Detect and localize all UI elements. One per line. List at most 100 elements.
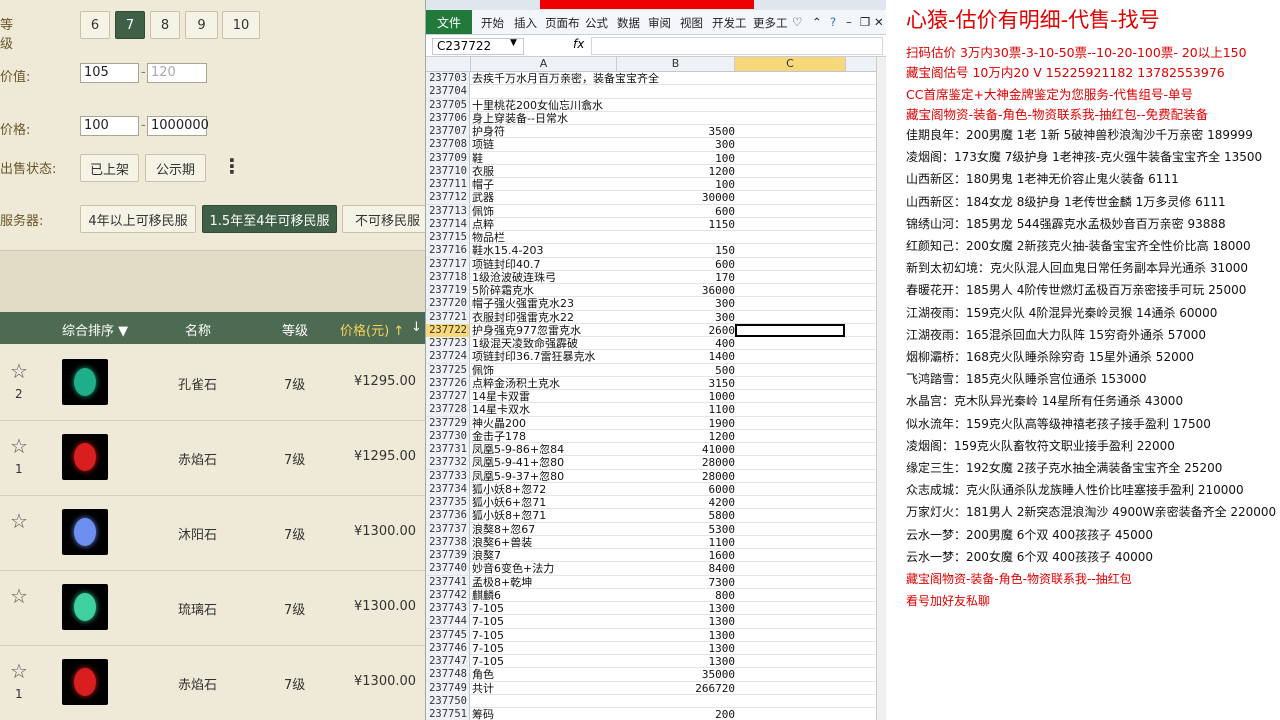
row-number[interactable]: 237739 <box>426 549 470 562</box>
cell-b[interactable]: 28000 <box>617 456 735 469</box>
row-number[interactable]: 237727 <box>426 390 470 403</box>
cell-b[interactable]: 100 <box>617 178 735 191</box>
table-row[interactable]: ☆ 琉璃石 7级 ¥1300.00 <box>0 570 425 646</box>
row-number[interactable]: 237729 <box>426 416 470 430</box>
price-max-input[interactable]: 1000000 <box>147 116 209 136</box>
sheet-row[interactable]: 237716 鞋水15.4-203 150 <box>426 244 876 258</box>
cell-b[interactable]: 1300 <box>617 655 736 668</box>
cell-a[interactable]: 护身符 <box>472 125 617 138</box>
column-c-header[interactable]: C <box>735 57 846 71</box>
gem-icon[interactable] <box>62 509 108 555</box>
cell-b[interactable]: 300 <box>617 311 735 324</box>
row-number[interactable]: 237709 <box>426 151 470 165</box>
row-number[interactable]: 237746 <box>426 641 470 655</box>
row-number[interactable]: 237736 <box>426 509 470 523</box>
heart-icon[interactable]: ♡ <box>792 15 802 29</box>
sheet-row[interactable]: 237703 去疾千万水月百万亲密，装备宝宝齐全 <box>426 72 876 86</box>
server-option-4yr[interactable]: 4年以上可移民服 <box>80 205 196 233</box>
sheet-row[interactable]: 237720 帽子强火强雷克水23 300 <box>426 297 876 311</box>
cell-a[interactable]: 7-105 <box>472 629 617 642</box>
fx-icon[interactable]: fx <box>573 37 584 51</box>
tab-view[interactable]: 视图 <box>680 15 703 31</box>
row-number[interactable]: 237724 <box>426 350 470 364</box>
help-icon[interactable]: ? <box>830 15 836 29</box>
gem-icon[interactable] <box>62 359 108 405</box>
row-number[interactable]: 237750 <box>426 694 470 708</box>
sheet-row[interactable]: 237719 5阶碎霜克水 36000 <box>426 284 876 298</box>
row-number[interactable]: 237718 <box>426 270 470 284</box>
row-number[interactable]: 237745 <box>426 628 470 642</box>
cell-a[interactable]: 浪獒8+忽67 <box>472 523 617 536</box>
gem-icon[interactable] <box>62 584 108 630</box>
price-min-input[interactable]: 100 <box>80 116 139 136</box>
row-number[interactable]: 237704 <box>426 85 470 99</box>
sheet-row[interactable]: 237721 衣服封印强雷克水22 300 <box>426 310 876 324</box>
sheet-row[interactable]: 237732 凤凰5-9-41+忽80 28000 <box>426 456 876 470</box>
value-max-input[interactable]: 120 <box>147 63 207 83</box>
cell-a[interactable]: 金击子178 <box>472 430 617 443</box>
gem-icon[interactable] <box>62 659 108 705</box>
cell-b[interactable]: 6000 <box>617 483 736 496</box>
row-number[interactable]: 237722 <box>426 323 470 337</box>
row-number[interactable]: 237711 <box>426 178 470 191</box>
cell-a[interactable]: 去疾千万水月百万亲密，装备宝宝齐全 <box>472 72 659 85</box>
cell-a[interactable]: 武器 <box>472 191 617 204</box>
sheet-row[interactable]: 237723 1级混天凌致命强霹破 400 <box>426 337 876 351</box>
tab-page-layout[interactable]: 页面布 <box>545 15 580 31</box>
cell-b[interactable]: 170 <box>617 271 735 284</box>
sheet-row[interactable]: 237707 护身符 3500 <box>426 125 876 139</box>
sheet-row[interactable]: 237718 1级沧波破连珠弓 170 <box>426 270 876 284</box>
sheet-row[interactable]: 237734 狐小妖8+忽72 6000 <box>426 482 876 496</box>
star-icon[interactable]: ☆ <box>10 659 28 683</box>
sheet-row[interactable]: 237704 <box>426 85 876 99</box>
row-number[interactable]: 237720 <box>426 297 470 311</box>
row-number[interactable]: 237716 <box>426 244 470 258</box>
sheet-row[interactable]: 237713 佩饰 600 <box>426 204 876 218</box>
cell-b[interactable]: 400 <box>617 337 735 350</box>
row-number[interactable]: 237705 <box>426 98 470 112</box>
level-option-7[interactable]: 7 <box>115 11 145 39</box>
cell-b[interactable]: 1300 <box>617 629 736 642</box>
sheet-row[interactable]: 237727 14星卡双雷 1000 <box>426 390 876 404</box>
cell-b[interactable]: 1000 <box>617 390 736 403</box>
cell-b[interactable]: 4200 <box>617 496 736 509</box>
cell-b[interactable]: 150 <box>617 244 735 257</box>
row-number[interactable]: 237738 <box>426 535 470 549</box>
sheet-row[interactable]: 237725 佩饰 500 <box>426 363 876 377</box>
cell-a[interactable]: 14星卡双水 <box>472 403 617 416</box>
row-number[interactable]: 237731 <box>426 443 470 456</box>
row-number[interactable]: 237744 <box>426 615 470 629</box>
cell-b[interactable]: 41000 <box>617 443 735 456</box>
cell-a[interactable]: 凤凰5-9-86+忽84 <box>472 443 617 456</box>
sheet-row[interactable]: 237728 14星卡双水 1100 <box>426 403 876 417</box>
corner-cell[interactable] <box>426 57 471 71</box>
level-option-6[interactable]: 6 <box>80 11 110 39</box>
gem-icon[interactable] <box>62 434 108 480</box>
cell-b[interactable]: 2600 <box>617 324 736 337</box>
cell-a[interactable]: 7-105 <box>472 655 617 668</box>
cell-a[interactable]: 帽子 <box>472 178 617 191</box>
table-row[interactable]: ☆ 1 赤焰石 7级 ¥1300.00 <box>0 645 425 720</box>
cell-a[interactable]: 凤凰5-9-37+忽80 <box>472 470 617 483</box>
row-number[interactable]: 237715 <box>426 231 470 244</box>
star-icon[interactable]: ☆ <box>10 359 28 383</box>
cell-a[interactable]: 妙音6变色+法力 <box>472 562 617 575</box>
sort-header[interactable]: 综合排序 ▼ <box>62 320 128 339</box>
row-number[interactable]: 237714 <box>426 217 470 231</box>
row-number[interactable]: 237725 <box>426 363 470 377</box>
row-number[interactable]: 237747 <box>426 655 470 668</box>
sort-down-icon[interactable]: ↓ <box>411 320 422 335</box>
cell-a[interactable]: 浪獒7 <box>472 549 617 562</box>
cell-a[interactable]: 衣服封印强雷克水22 <box>472 311 617 324</box>
cell-a[interactable]: 狐小妖8+忽72 <box>472 483 617 496</box>
cell-a[interactable]: 7-105 <box>472 602 617 615</box>
cell-b[interactable]: 5300 <box>617 523 736 536</box>
cell-a[interactable]: 7-105 <box>472 642 617 655</box>
row-number[interactable]: 237732 <box>426 456 470 470</box>
cell-a[interactable]: 神火畾200 <box>472 417 617 430</box>
row-number[interactable]: 237708 <box>426 138 470 152</box>
server-option-1-5yr[interactable]: 1.5年至4年可移民服 <box>202 205 337 233</box>
row-number[interactable]: 237707 <box>426 125 470 138</box>
sheet-row[interactable]: 237715 物品栏 <box>426 231 876 245</box>
cell-b[interactable]: 3150 <box>617 377 736 390</box>
